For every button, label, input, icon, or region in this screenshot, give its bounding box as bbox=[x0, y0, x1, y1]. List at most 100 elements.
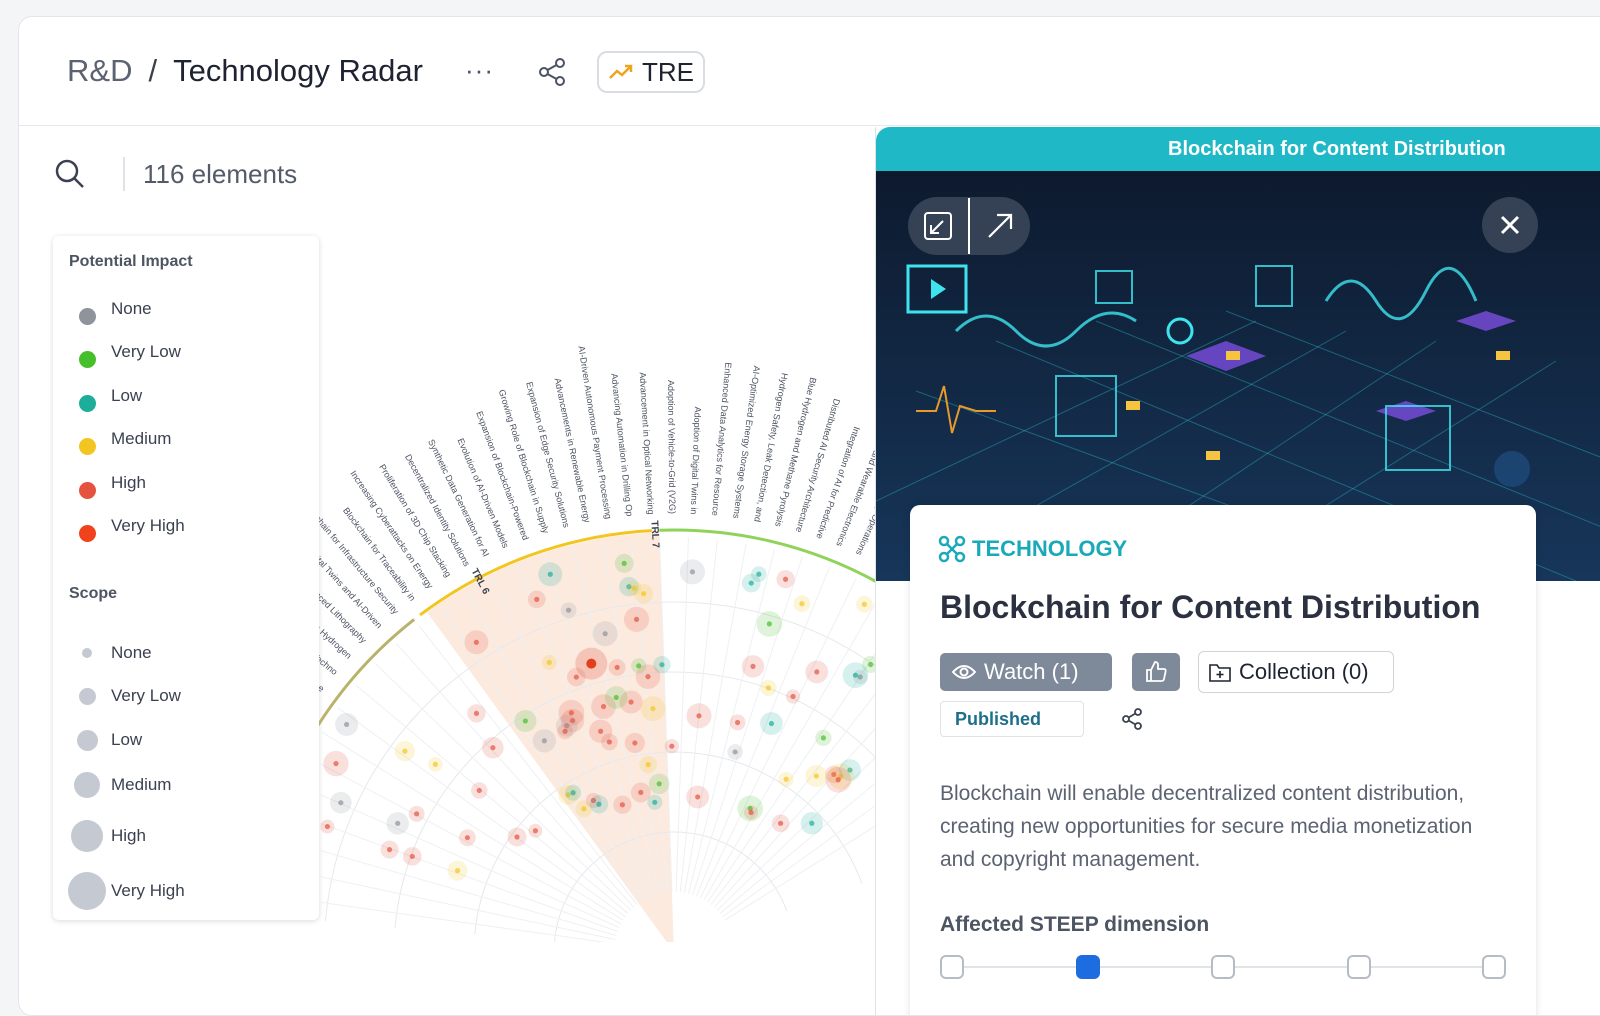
radar-blip bbox=[613, 694, 619, 701]
watch-label: Watch (1) bbox=[984, 659, 1079, 684]
element-description: Blockchain will enable decentralized con… bbox=[940, 782, 1473, 871]
ring-label: TRL 7 bbox=[648, 520, 660, 549]
impact-color-swatch bbox=[79, 438, 96, 455]
radar-item-label: Evolution of AI-Driven Models bbox=[456, 437, 511, 550]
radar-item-label: Enhanced Data Analytics for Resource bbox=[710, 362, 733, 516]
steep-dimension-option[interactable] bbox=[1075, 955, 1100, 979]
radar-blip bbox=[490, 745, 496, 751]
watch-button[interactable]: Watch (1) bbox=[940, 653, 1112, 691]
steep-dimension-option[interactable] bbox=[1482, 955, 1506, 979]
impact-legend-item[interactable]: Very Low bbox=[69, 342, 181, 368]
open-external-button[interactable] bbox=[970, 197, 1030, 255]
impact-legend-label: Very High bbox=[111, 516, 185, 535]
page-title: Technology Radar bbox=[173, 53, 423, 88]
radar-blip bbox=[835, 777, 841, 783]
scope-legend-label: High bbox=[111, 826, 146, 845]
detail-card: TECHNOLOGY Blockchain for Content Distri… bbox=[910, 505, 1536, 1015]
radar-item-label: Adoption of Digital Twins in bbox=[689, 406, 703, 514]
impact-legend-item[interactable]: Very High bbox=[69, 516, 185, 542]
steep-dimension-option[interactable] bbox=[1346, 955, 1371, 979]
radar-item-label: Adoption of Vehicle-to-Grid (V2G) bbox=[666, 380, 677, 514]
search-icon[interactable] bbox=[53, 157, 87, 191]
impact-color-swatch bbox=[79, 482, 96, 499]
impact-legend-item[interactable]: Low bbox=[69, 386, 142, 412]
radar-blip bbox=[809, 820, 815, 826]
radar-blip bbox=[783, 776, 789, 782]
eye-icon bbox=[952, 665, 976, 679]
breadcrumb-parent[interactable]: R&D bbox=[67, 53, 132, 89]
radar-blip bbox=[734, 719, 741, 726]
radar-blip bbox=[820, 735, 826, 741]
impact-legend-item[interactable]: Medium bbox=[69, 429, 171, 455]
more-options-button[interactable]: ··· bbox=[465, 55, 494, 86]
share-icon[interactable] bbox=[1120, 707, 1144, 731]
radar-spoke bbox=[319, 849, 617, 936]
hero-toolbar bbox=[908, 197, 1030, 255]
close-button[interactable] bbox=[1482, 197, 1538, 253]
radar-blip bbox=[476, 787, 482, 794]
radar-item-label: Growing Role of Blockchain in Supply bbox=[497, 388, 551, 535]
radar-blip bbox=[636, 663, 642, 669]
like-button[interactable] bbox=[1132, 653, 1180, 691]
impact-color-swatch bbox=[79, 308, 96, 325]
app-frame: R&D / Technology Radar ··· TRE 116 eleme… bbox=[18, 16, 1600, 1016]
scope-legend-label: Very High bbox=[111, 881, 185, 900]
radar-blip bbox=[765, 685, 771, 691]
radar-blip bbox=[628, 699, 634, 705]
radar-item-label: Advancement in Optical Networking bbox=[638, 372, 656, 515]
radar-blip bbox=[532, 828, 538, 834]
radar-blip bbox=[778, 820, 784, 826]
radar-blip bbox=[799, 601, 805, 607]
radar-blip bbox=[652, 799, 658, 805]
scope-size-swatch bbox=[82, 648, 92, 658]
radar-blip bbox=[565, 607, 572, 613]
radar-blip bbox=[614, 664, 620, 671]
radar-blip bbox=[395, 820, 401, 826]
radar-blip bbox=[638, 789, 644, 796]
impact-legend-item[interactable]: High bbox=[69, 473, 146, 499]
radar-blip bbox=[695, 794, 701, 800]
trend-button[interactable]: TRE bbox=[597, 51, 705, 93]
radar-blip bbox=[546, 659, 552, 666]
trend-label: TRE bbox=[642, 56, 694, 87]
collapse-icon bbox=[924, 212, 952, 240]
scope-size-swatch bbox=[76, 729, 98, 751]
radar-blip bbox=[547, 571, 553, 577]
scope-size-swatch bbox=[71, 820, 103, 852]
steep-dimension-option[interactable] bbox=[940, 955, 964, 979]
top-bar: R&D / Technology Radar ··· TRE bbox=[19, 17, 1600, 126]
collection-button[interactable]: Collection (0) bbox=[1198, 651, 1394, 693]
radar-blip bbox=[867, 661, 874, 668]
search-divider bbox=[123, 157, 125, 191]
share-icon[interactable] bbox=[537, 57, 567, 87]
element-title: Blockchain for Content Distribution bbox=[940, 589, 1481, 625]
panel-header: Blockchain for Content Distribution bbox=[876, 127, 1600, 171]
radar-blip bbox=[782, 576, 789, 582]
radar-blip bbox=[432, 761, 439, 767]
radar-spoke bbox=[319, 901, 607, 942]
radar-blip bbox=[790, 693, 796, 700]
radar-blip bbox=[522, 718, 528, 724]
minimize-button[interactable] bbox=[908, 197, 968, 255]
radar-blip bbox=[562, 728, 568, 734]
impact-legend-title: Potential Impact bbox=[69, 253, 193, 270]
selected-blip bbox=[586, 658, 597, 669]
folder-plus-icon bbox=[1209, 664, 1231, 682]
arrow-up-right-icon bbox=[988, 213, 1013, 238]
radar-blip bbox=[659, 662, 665, 668]
radar-blip bbox=[344, 721, 350, 728]
impact-color-swatch bbox=[79, 351, 96, 368]
radar-blip bbox=[766, 621, 772, 627]
scope-size-swatch bbox=[74, 772, 100, 798]
radar-blip bbox=[656, 781, 662, 787]
radar-blip bbox=[645, 674, 651, 680]
impact-legend-item[interactable]: None bbox=[69, 299, 152, 325]
steep-dimension-option[interactable] bbox=[1211, 955, 1235, 979]
impact-color-swatch bbox=[79, 525, 96, 542]
radar-blip bbox=[633, 616, 640, 622]
radar-blip bbox=[689, 569, 696, 575]
radar-blip bbox=[696, 713, 702, 719]
radar-blip bbox=[338, 800, 344, 806]
element-type: TECHNOLOGY bbox=[938, 535, 1127, 563]
radar-blip bbox=[409, 853, 415, 860]
